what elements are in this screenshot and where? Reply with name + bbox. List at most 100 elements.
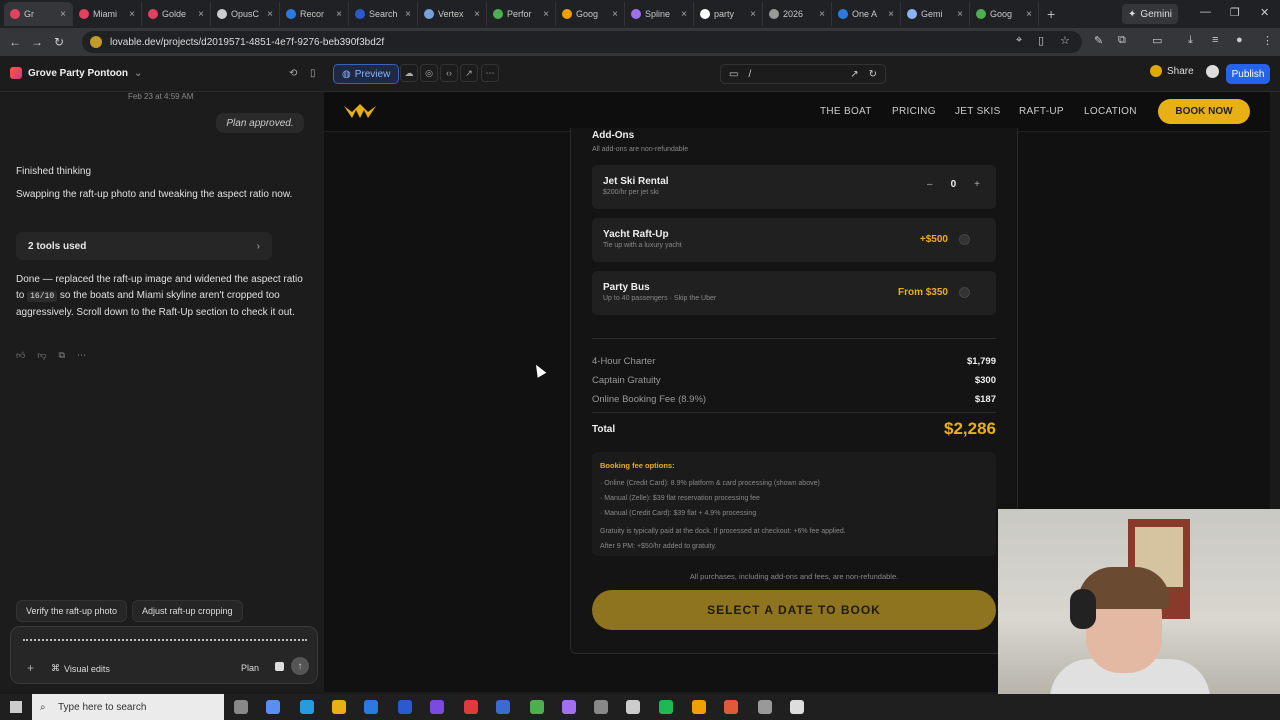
publish-button[interactable]: Publish (1226, 64, 1270, 84)
nav-jet-skis[interactable]: JET SKIS (955, 106, 1001, 117)
vscode-icon[interactable] (496, 700, 510, 714)
close-tab-icon[interactable]: × (474, 9, 480, 20)
browser-tab[interactable]: Goog × (970, 2, 1039, 26)
location-icon[interactable]: ⌖ (1016, 34, 1022, 47)
site-info-icon[interactable] (90, 36, 102, 48)
addon-yacht-raft-up[interactable]: Yacht Raft-Up Tie up with a luxury yacht… (592, 218, 996, 262)
chat-input[interactable]: + ⌘ Visual edits Plan ↑ (10, 626, 318, 684)
browser-tab[interactable]: 2026 × (763, 2, 832, 26)
extensions-icon[interactable]: ⧉ (1118, 34, 1126, 47)
opera-icon[interactable] (464, 700, 478, 714)
code-icon[interactable]: ‹› (440, 64, 458, 82)
page-icon[interactable]: ▯ (1038, 34, 1044, 47)
close-tab-icon[interactable]: × (957, 9, 963, 20)
finished-thinking-label[interactable]: Finished thinking (16, 164, 312, 180)
browser-tab[interactable]: Gemi × (901, 2, 970, 26)
pen-icon[interactable]: ✎ (1094, 34, 1103, 47)
close-tab-icon[interactable]: × (819, 9, 825, 20)
close-tab-icon[interactable]: × (267, 9, 273, 20)
share-button[interactable]: Share (1150, 65, 1194, 77)
site-logo-icon[interactable] (342, 102, 378, 120)
analytics-icon[interactable]: ↗ (460, 64, 478, 82)
discord-icon[interactable] (562, 700, 576, 714)
open-external-icon[interactable]: ↗ (850, 69, 858, 80)
gemini-tab-button[interactable]: ✦ Gemini (1122, 4, 1178, 24)
nav-raft-up[interactable]: RAFT-UP (1019, 106, 1064, 117)
browser-tab[interactable]: Vertex × (418, 2, 487, 26)
taskbar-search[interactable]: ⌕ Type here to search (32, 694, 224, 720)
project-menu[interactable]: Grove Party Pontoon ⌄ (10, 67, 142, 79)
copy-icon[interactable]: ⧉ (59, 350, 65, 361)
addon-party-bus[interactable]: Party Bus Up to 40 passengers · Skip the… (592, 271, 996, 315)
download-icon[interactable]: ⤓ (1188, 34, 1193, 47)
browser-tab[interactable]: Golde × (142, 2, 211, 26)
new-tab-icon[interactable]: + (1047, 6, 1055, 22)
thumbs-up-icon[interactable]: 👍︎ (16, 350, 25, 361)
close-tab-icon[interactable]: × (750, 9, 756, 20)
book-now-button[interactable]: BOOK NOW (1158, 99, 1250, 124)
bookmark-star-icon[interactable]: ☆ (1060, 34, 1070, 47)
suggestion-chip[interactable]: Adjust raft-up cropping (132, 600, 243, 622)
browser-tab[interactable]: OpusC × (211, 2, 280, 26)
close-window-icon[interactable]: ✕ (1260, 6, 1269, 19)
browser-tab[interactable]: Perfor × (487, 2, 556, 26)
plan-button[interactable]: Plan (241, 663, 259, 673)
close-tab-icon[interactable]: × (129, 9, 135, 20)
browser-tab[interactable]: Recor × (280, 2, 349, 26)
browser-tab[interactable]: Search × (349, 2, 418, 26)
more-icon[interactable]: ⋮ (1262, 34, 1273, 47)
route-input[interactable]: ▭ / ↗ ↻ (720, 64, 886, 84)
refresh-preview-icon[interactable]: ↻ (869, 69, 877, 80)
address-bar[interactable]: lovable.dev/projects/d2019571-4851-4e7f-… (82, 31, 1082, 53)
stop-icon[interactable] (275, 662, 284, 671)
chrome-active-icon[interactable] (692, 700, 706, 714)
github-icon[interactable] (1206, 65, 1219, 78)
addon-toggle[interactable] (959, 234, 970, 245)
back-icon[interactable]: ← (4, 35, 26, 49)
close-tab-icon[interactable]: × (60, 9, 66, 20)
browser-tab[interactable]: party × (694, 2, 763, 26)
visual-edits-button[interactable]: ⌘ Visual edits (51, 663, 110, 674)
store-icon[interactable] (398, 700, 412, 714)
select-date-button[interactable]: SELECT A DATE TO BOOK (592, 590, 996, 630)
reload-icon[interactable]: ↻ (48, 35, 70, 49)
close-tab-icon[interactable]: × (405, 9, 411, 20)
sidebar-icon[interactable]: ▭ (1152, 34, 1162, 47)
nav-the-boat[interactable]: THE BOAT (820, 106, 872, 117)
minimize-icon[interactable]: — (1200, 6, 1211, 18)
more-icon[interactable]: ⋯ (77, 350, 86, 361)
browser-tab[interactable]: Gr × (4, 2, 73, 26)
forward-icon[interactable]: → (26, 35, 48, 49)
browser-tab[interactable]: Goog × (556, 2, 625, 26)
plus-icon[interactable]: + (27, 661, 34, 675)
suggestion-chip[interactable]: Verify the raft-up photo (16, 600, 128, 622)
send-icon[interactable]: ↑ (291, 657, 309, 675)
close-tab-icon[interactable]: × (888, 9, 894, 20)
history-icon[interactable]: ⟲ (289, 68, 297, 79)
app-icon[interactable] (758, 700, 772, 714)
task-view-icon[interactable] (234, 700, 248, 714)
close-tab-icon[interactable]: × (336, 9, 342, 20)
menu-icon[interactable]: ≡ (1212, 34, 1218, 46)
copilot-icon[interactable] (266, 700, 280, 714)
close-tab-icon[interactable]: × (1026, 9, 1032, 20)
browser-tab[interactable]: Miami × (73, 2, 142, 26)
nav-location[interactable]: LOCATION (1084, 106, 1137, 117)
app-icon[interactable] (594, 700, 608, 714)
browser-tab[interactable]: Spline × (625, 2, 694, 26)
increment-button[interactable]: + (974, 179, 980, 190)
panel-toggle-icon[interactable]: ▯ (310, 68, 316, 79)
decrement-button[interactable]: – (927, 179, 933, 190)
thumbs-down-icon[interactable]: 👎︎ (37, 350, 46, 361)
close-tab-icon[interactable]: × (612, 9, 618, 20)
device-icon[interactable]: ▭ (729, 69, 738, 80)
close-tab-icon[interactable]: × (543, 9, 549, 20)
preview-button[interactable]: ◍ Preview (333, 64, 400, 84)
app-icon[interactable] (626, 700, 640, 714)
spotify-icon[interactable] (659, 700, 673, 714)
outlook-icon[interactable] (364, 700, 378, 714)
addon-toggle[interactable] (959, 287, 970, 298)
close-tab-icon[interactable]: × (198, 9, 204, 20)
cloud-icon[interactable]: ☁ (400, 64, 418, 82)
app-icon[interactable] (430, 700, 444, 714)
